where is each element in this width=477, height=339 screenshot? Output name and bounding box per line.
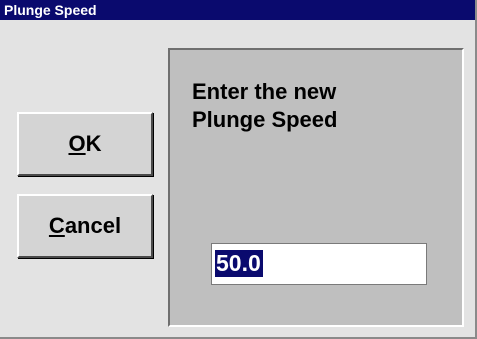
plunge-speed-input[interactable]: 50.0: [211, 243, 427, 285]
cancel-button[interactable]: Cancel: [17, 194, 153, 258]
cancel-button-label: Cancel: [49, 213, 121, 239]
ok-label-rest: K: [85, 131, 102, 156]
prompt-line-2: Plunge Speed: [192, 107, 338, 132]
ok-button[interactable]: OK: [17, 112, 153, 176]
window-title: Plunge Speed: [4, 2, 97, 18]
title-bar[interactable]: Plunge Speed: [0, 0, 475, 20]
cancel-mnemonic: C: [48, 213, 65, 238]
plunge-speed-dialog: Plunge Speed OK Cancel Enter the new Plu…: [0, 0, 477, 339]
ok-mnemonic: O: [68, 131, 86, 156]
prompt-line-1: Enter the new: [192, 79, 337, 104]
cancel-label-rest: ancel: [64, 213, 122, 238]
ok-button-label: OK: [68, 131, 101, 157]
prompt-text: Enter the new Plunge Speed: [192, 78, 442, 134]
input-panel: Enter the new Plunge Speed 50.0: [168, 48, 464, 327]
plunge-speed-value: 50.0: [215, 250, 263, 277]
